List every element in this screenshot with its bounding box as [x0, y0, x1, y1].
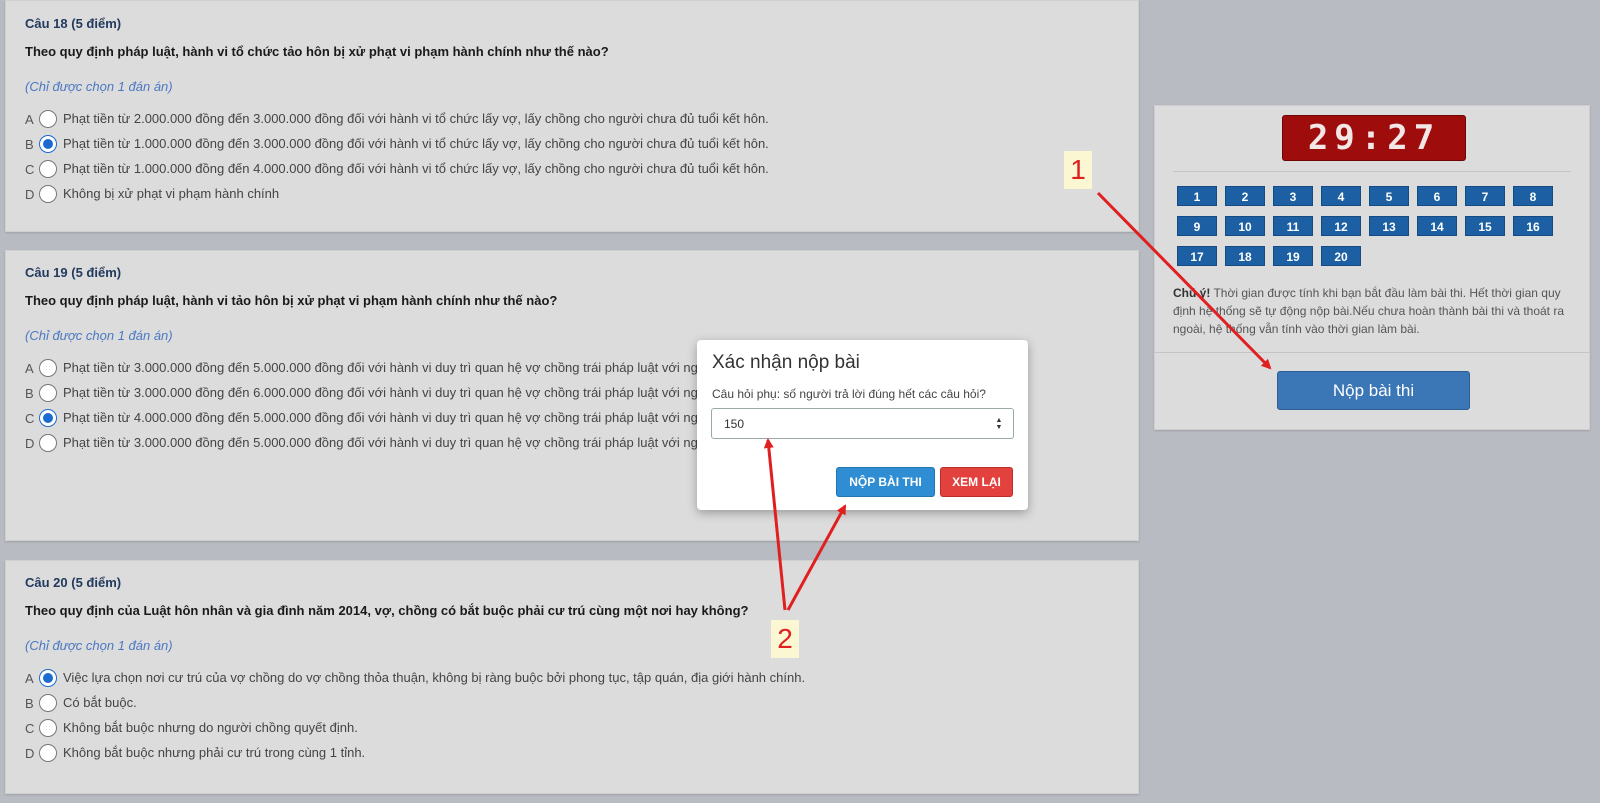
annotation-label-1: 1	[1064, 151, 1092, 189]
arrow-to-submit	[1096, 191, 1272, 370]
annotation-arrows	[763, 191, 1272, 611]
arrow-to-modal-submit	[786, 504, 847, 611]
annotation-label-2: 2	[771, 620, 799, 658]
arrow-to-input	[763, 438, 787, 611]
